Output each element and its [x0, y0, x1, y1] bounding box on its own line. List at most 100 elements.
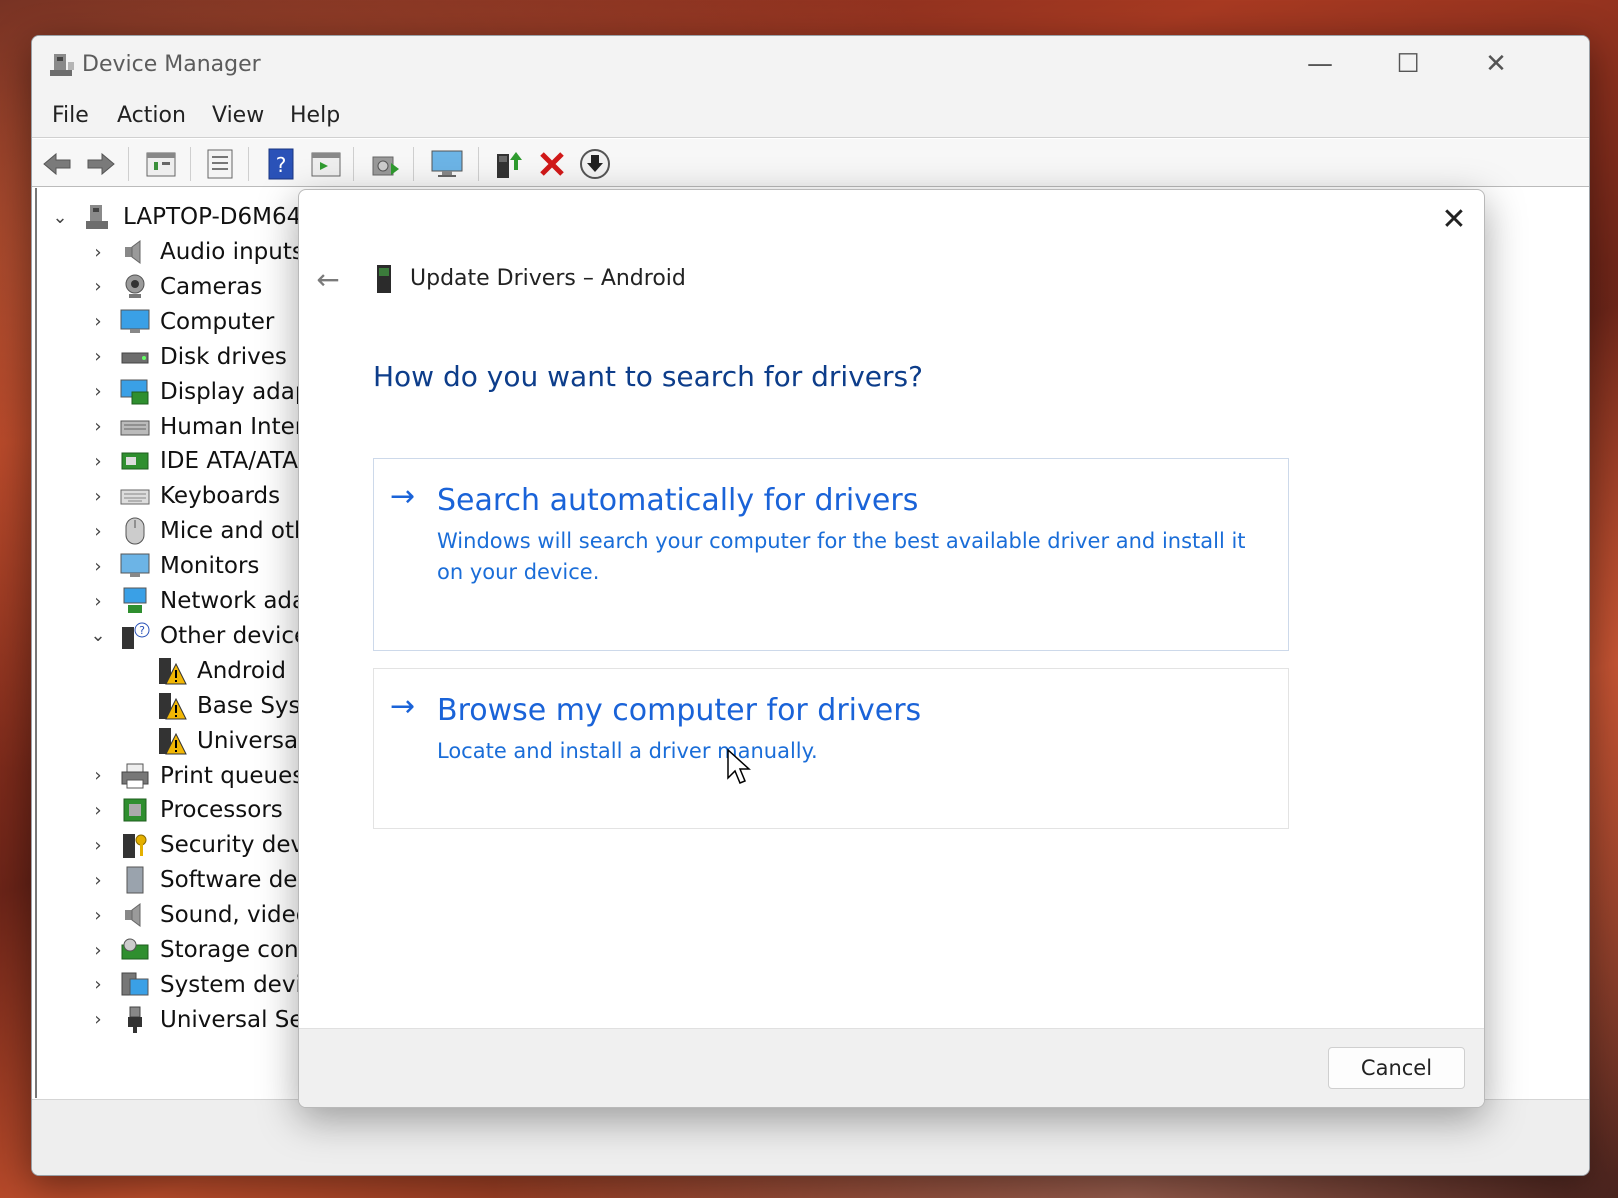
option-description: Windows will search your computer for th… [437, 529, 1246, 584]
tree-item-label: Cameras [160, 273, 263, 300]
tree-item-network-adap[interactable]: Network adap [120, 584, 321, 618]
option-heading: Search automatically for drivers [437, 483, 919, 518]
tree-item-label: Android [197, 657, 286, 684]
expand-chevron-icon[interactable]: › [89, 451, 107, 472]
uninstall-icon[interactable] [535, 147, 569, 181]
monitor-icon[interactable] [430, 147, 464, 181]
keyboard-icon [120, 481, 150, 511]
device-manager-icon [50, 54, 74, 76]
arrow-right-icon: → [390, 689, 416, 724]
cancel-button[interactable]: Cancel [1328, 1047, 1465, 1089]
arrow-right-icon: → [390, 479, 416, 514]
view-icon[interactable] [203, 147, 237, 181]
tree-item-human-interfa[interactable]: Human Interfa [120, 410, 326, 444]
tree-item-label: Print queues [160, 762, 305, 789]
expand-chevron-icon[interactable]: › [89, 870, 107, 891]
tree-item-android[interactable]: Android [157, 654, 286, 688]
tree-item-audio-inputs-a[interactable]: Audio inputs a [120, 235, 325, 269]
dialog-close-icon[interactable]: ✕ [1437, 202, 1471, 237]
download-icon[interactable] [578, 147, 612, 181]
expand-chevron-icon[interactable]: › [89, 416, 107, 437]
dialog-title: Update Drivers – Android [410, 266, 686, 291]
usb-icon [120, 1005, 150, 1035]
ide-icon [120, 446, 150, 476]
browse-computer-option[interactable]: → Browse my computer for drivers Locate … [373, 668, 1289, 829]
warning-device-icon [157, 726, 187, 756]
menu-action[interactable]: Action [117, 103, 186, 128]
tree-item-disk-drives[interactable]: Disk drives [120, 340, 287, 374]
expand-chevron-icon[interactable]: › [89, 974, 107, 995]
root-collapse-chevron-icon[interactable]: ⌄ [51, 207, 69, 228]
collapse-chevron-icon[interactable]: ⌄ [89, 625, 107, 646]
option-heading: Browse my computer for drivers [437, 693, 922, 728]
expand-chevron-icon[interactable]: › [89, 835, 107, 856]
dialog-back-icon[interactable]: ← [313, 263, 343, 296]
expand-chevron-icon[interactable]: › [89, 765, 107, 786]
update-drivers-dialog: ✕ ← Update Drivers – Android How do you … [298, 189, 1485, 1108]
monitor-icon [120, 551, 150, 581]
svg-text:?: ? [276, 153, 287, 177]
menu-file[interactable]: File [52, 103, 89, 128]
toolbar: ? [32, 139, 1589, 187]
expand-chevron-icon[interactable]: › [89, 276, 107, 297]
expand-chevron-icon[interactable]: › [89, 940, 107, 961]
expand-chevron-icon[interactable]: › [89, 591, 107, 612]
svg-text:?: ? [139, 624, 145, 637]
option-description: Locate and install a driver manually. [437, 739, 818, 763]
scan-icon[interactable] [368, 147, 402, 181]
printer-icon [120, 761, 150, 791]
tree-item-mice-and-othe[interactable]: Mice and othe [120, 514, 323, 548]
tree-item-label: Monitors [160, 553, 260, 580]
menu-help[interactable]: Help [290, 103, 340, 128]
expand-chevron-icon[interactable]: › [89, 556, 107, 577]
tree-item-label: Disk drives [160, 343, 287, 370]
window-title: Device Manager [82, 52, 261, 77]
mouse-cursor-icon [727, 748, 751, 784]
tree-item-print-queues[interactable]: Print queues [120, 759, 304, 793]
warning-device-icon [157, 691, 187, 721]
tree-item-label: Keyboards [160, 483, 281, 510]
expand-chevron-icon[interactable]: › [89, 486, 107, 507]
tree-item-other-devices[interactable]: ? Other devices [120, 619, 320, 653]
tree-item-keyboards[interactable]: Keyboards [120, 479, 280, 513]
camera-icon [120, 272, 150, 302]
expand-chevron-icon[interactable]: › [89, 905, 107, 926]
other-devices-icon: ? [120, 621, 150, 651]
mouse-icon [120, 516, 150, 546]
processor-icon [120, 795, 150, 825]
tree-item-label: Other devices [160, 622, 321, 649]
software-icon [120, 865, 150, 895]
properties-icon[interactable] [144, 147, 178, 181]
expand-chevron-icon[interactable]: › [89, 1009, 107, 1030]
display-adapter-icon [120, 377, 150, 407]
expand-chevron-icon[interactable]: › [89, 311, 107, 332]
title-bar: Device Manager — ☐ ✕ [32, 36, 1589, 94]
run-icon[interactable] [309, 147, 343, 181]
expand-chevron-icon[interactable]: › [89, 521, 107, 542]
maximize-button[interactable]: ☐ [1388, 46, 1428, 82]
search-automatically-option[interactable]: → Search automatically for drivers Windo… [373, 458, 1289, 651]
close-window-button[interactable]: ✕ [1476, 46, 1516, 82]
sound-icon [120, 900, 150, 930]
menu-view[interactable]: View [212, 103, 264, 128]
expand-chevron-icon[interactable]: › [89, 800, 107, 821]
update-driver-icon[interactable] [492, 147, 526, 181]
forward-icon[interactable] [84, 147, 118, 181]
back-icon[interactable] [40, 147, 74, 181]
expand-chevron-icon[interactable]: › [89, 381, 107, 402]
laptop-icon [83, 202, 113, 232]
tree-item-computer[interactable]: Computer [120, 305, 274, 339]
tree-item-label: Processors [160, 797, 283, 824]
android-device-icon [377, 265, 391, 293]
minimize-button[interactable]: — [1300, 46, 1340, 82]
hid-icon [120, 412, 150, 442]
expand-chevron-icon[interactable]: › [89, 242, 107, 263]
tree-item-monitors[interactable]: Monitors [120, 549, 259, 583]
tree-item-cameras[interactable]: Cameras [120, 270, 262, 304]
menu-bar: File Action View Help [32, 94, 1589, 138]
help-icon[interactable]: ? [264, 147, 298, 181]
expand-chevron-icon[interactable]: › [89, 346, 107, 367]
tree-item-processors[interactable]: Processors [120, 793, 283, 827]
tree-item-label: Computer [160, 308, 275, 335]
dialog-question: How do you want to search for drivers? [373, 360, 923, 393]
